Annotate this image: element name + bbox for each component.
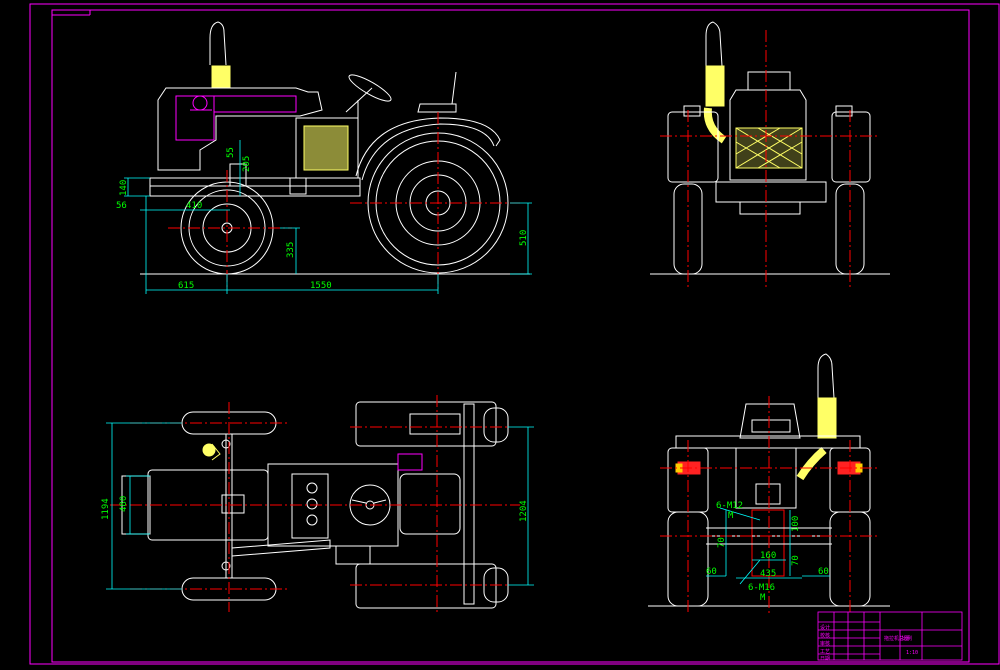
rear-view-centerlines <box>660 396 880 614</box>
dim-6m16: 6-M16 <box>748 583 775 593</box>
dim-160: 160 <box>760 551 776 561</box>
dim-1204: 1204 <box>519 500 529 522</box>
dim-510: 510 <box>519 230 529 246</box>
dim-60-left: 60 <box>706 567 717 577</box>
tb-row-4: 工艺 <box>820 649 830 655</box>
tb-scale-label: 比例 <box>902 635 912 642</box>
dim-1550: 1550 <box>310 281 332 291</box>
engine-grille <box>303 125 349 171</box>
side-view <box>140 21 530 275</box>
dim-205: 205 <box>242 156 252 172</box>
dim-55: 55 <box>226 147 236 158</box>
rear-view-dim-labels: 6-M12 M 6-M16 M 70 70 100 160 435 60 60 <box>706 501 829 603</box>
dim-70-right: 70 <box>791 555 801 566</box>
cad-drawing: 615 1550 56 410 140 55 205 335 510 1194 … <box>29 3 1000 665</box>
dim-60-right: 60 <box>818 567 829 577</box>
dim-435: 435 <box>760 569 776 579</box>
muffler-rear <box>817 397 837 439</box>
dim-140: 140 <box>119 180 129 196</box>
dim-335: 335 <box>286 242 296 258</box>
dim-6m12-mark: M <box>728 511 734 521</box>
dim-615: 615 <box>178 281 194 291</box>
tb-row-2: 校核 <box>820 632 830 639</box>
tb-row-1: 设计 <box>820 624 830 631</box>
muffler-side <box>211 65 231 89</box>
dim-1194: 1194 <box>101 498 111 520</box>
tb-row-5: 日期 <box>820 656 830 662</box>
tb-row-3: 审核 <box>820 640 830 647</box>
dim-410: 410 <box>186 201 202 211</box>
tb-scale-value: 1:10 <box>906 650 918 656</box>
top-view-centerlines <box>110 395 520 612</box>
drawing-sheet: 615 1550 56 410 140 55 205 335 510 1194 … <box>0 0 1000 666</box>
sheet-frame <box>29 3 1000 665</box>
dim-6m12: 6-M12 <box>716 501 743 511</box>
dim-56: 56 <box>116 201 127 211</box>
front-view <box>650 21 890 275</box>
muffler-front <box>705 65 725 107</box>
dim-6m16-mark: M <box>760 593 766 603</box>
dim-70-left: 70 <box>717 537 727 548</box>
dim-100: 100 <box>791 516 801 532</box>
dim-480: 480 <box>119 496 129 512</box>
